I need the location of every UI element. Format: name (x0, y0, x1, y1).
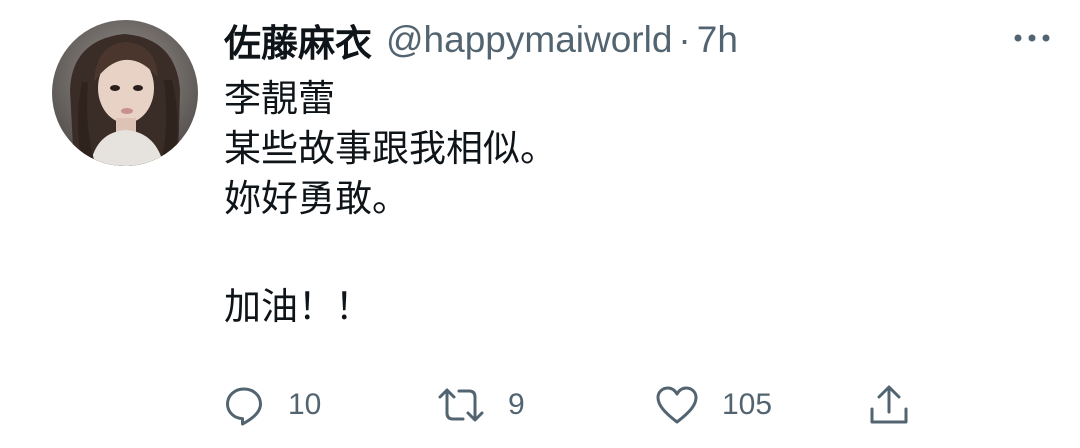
tweet-text-line: 李靚蕾 (224, 77, 335, 120)
user-handle[interactable]: @happymaiworld (386, 19, 672, 61)
retweet-icon (438, 388, 484, 422)
retweet-count: 9 (508, 388, 525, 421)
share-upload-icon (870, 385, 908, 424)
tweet-header: 佐藤麻衣 @happymaiworld · 7h (224, 12, 738, 68)
separator-dot: · (678, 19, 691, 60)
reply-button[interactable]: 10 (222, 380, 321, 430)
like-button[interactable]: 105 (654, 380, 772, 430)
display-name[interactable]: 佐藤麻衣 (224, 13, 372, 67)
tweet-text: 李靚蕾 某些故事跟我相似。 妳好勇敢。 加油！！ (224, 74, 557, 332)
more-options-button[interactable] (1008, 26, 1056, 50)
heart-icon (656, 386, 698, 424)
reply-count: 10 (288, 388, 322, 421)
retweet-button[interactable]: 9 (436, 380, 525, 430)
more-horizontal-icon (1014, 34, 1050, 42)
share-button[interactable] (866, 380, 912, 430)
tweet-text-line: 某些故事跟我相似。 (224, 127, 557, 170)
tweet-text-line: 加油！！ (224, 285, 372, 328)
speech-bubble-icon (226, 387, 262, 426)
like-count: 105 (722, 388, 773, 421)
action-bar: 10 9 105 (0, 380, 1080, 430)
timestamp[interactable]: 7h (697, 19, 738, 61)
tweet-text-line: 妳好勇敢。 (224, 177, 409, 220)
avatar-photo (52, 20, 198, 166)
avatar[interactable] (52, 20, 198, 166)
